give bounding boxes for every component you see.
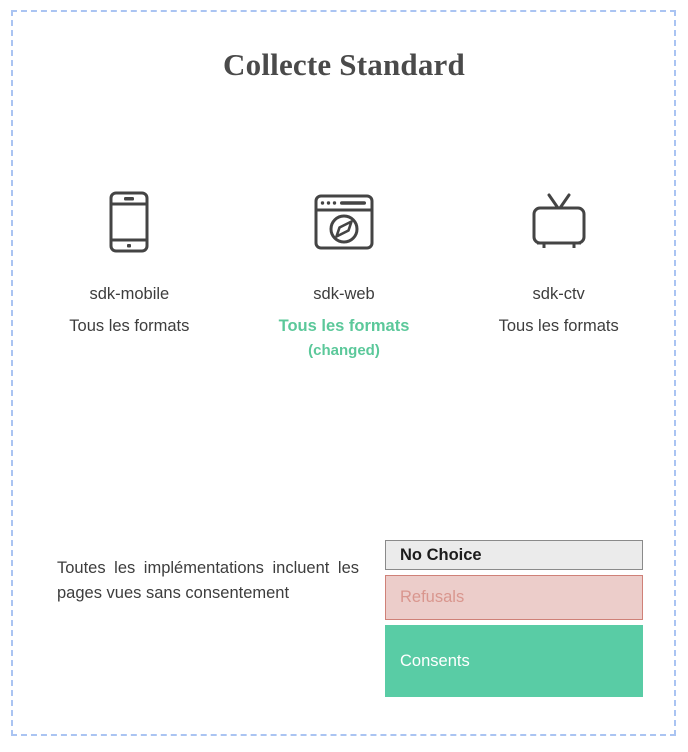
mobile-phone-icon [107, 186, 151, 258]
page-title: Collecte Standard [223, 47, 465, 82]
bottom-section: Toutes les implémentations incluent les … [0, 528, 688, 708]
bar-refusals-label: Refusals [400, 588, 465, 606]
sdk-changed-note: (changed) [308, 342, 380, 360]
sdk-column-mobile: sdk-mobile Tous les formats [22, 186, 237, 361]
slide-canvas: Collecte Standard sdk-mobile Tous les fo… [0, 0, 688, 752]
sdk-formats-text: Tous les formats [69, 316, 190, 335]
sdk-name-label: sdk-mobile [89, 285, 170, 303]
bar-refusals: Refusals [385, 575, 643, 620]
sdk-name-label: sdk-ctv [532, 285, 585, 303]
browser-window-compass-icon [313, 186, 375, 258]
consent-breakdown-bars: No Choice Refusals Consents [385, 540, 643, 697]
bar-no-choice-label: No Choice [400, 545, 482, 564]
television-icon [527, 186, 591, 258]
bar-no-choice: No Choice [385, 540, 643, 570]
sdk-column-ctv: sdk-ctv Tous les formats [451, 186, 666, 361]
sdk-formats-label: Tous les formats [499, 316, 619, 337]
sdk-formats-label: Tous les formats (changed) [279, 316, 410, 361]
sdk-column-web: sdk-web Tous les formats (changed) [237, 186, 452, 361]
bar-consents-label: Consents [400, 651, 470, 670]
sdk-formats-text: Tous les formats [498, 316, 619, 335]
sdk-formats-label: Tous les formats [69, 316, 189, 337]
sdk-formats-text: Tous les formats [278, 316, 410, 335]
sdk-name-label: sdk-web [313, 285, 375, 303]
implementation-note: Toutes les implémentations incluent les … [57, 559, 359, 602]
sdk-columns: sdk-mobile Tous les formats sdk-web Tous… [22, 186, 666, 361]
bar-consents: Consents [385, 625, 643, 697]
